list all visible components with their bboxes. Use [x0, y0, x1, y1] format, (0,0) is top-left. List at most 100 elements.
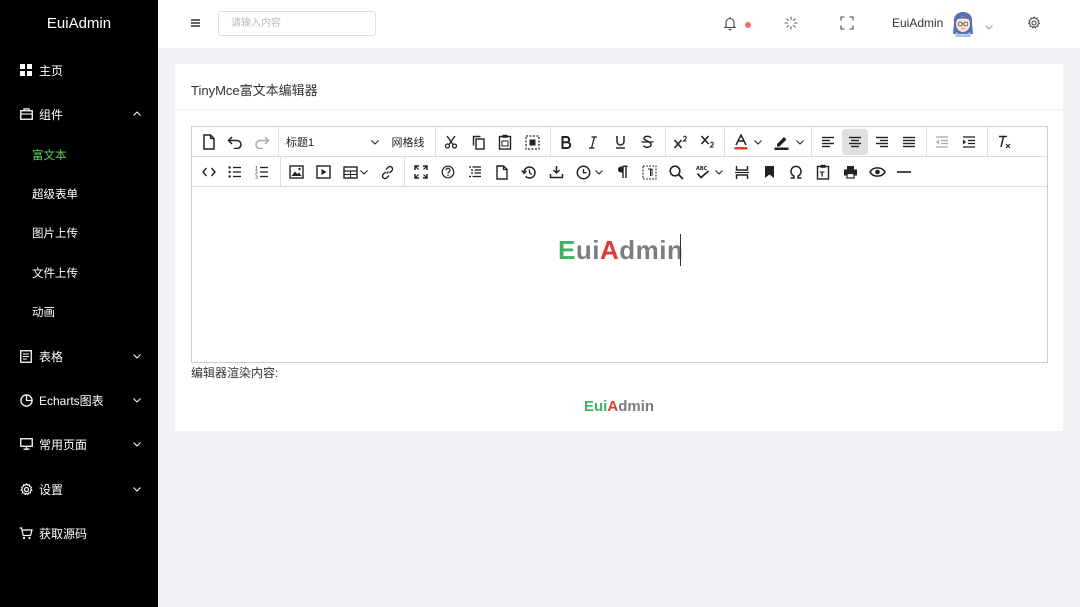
align-justify-icon[interactable] — [897, 129, 921, 155]
link-icon[interactable] — [376, 159, 398, 185]
outdent-icon[interactable] — [930, 129, 954, 155]
chevron-down-icon[interactable] — [358, 159, 370, 185]
fullscreen-icon[interactable] — [840, 16, 856, 32]
sidebar-item-table[interactable]: 表格 — [0, 338, 158, 374]
sidebar-item-get-source[interactable]: 获取源码 — [0, 515, 158, 551]
toolbar-separator — [811, 127, 812, 157]
sidebar-item-components[interactable]: 组件 — [0, 96, 158, 132]
chevron-down-icon[interactable] — [593, 159, 605, 185]
sidebar-item-echarts[interactable]: Echarts图表 — [0, 382, 158, 418]
editor-content-area[interactable]: EuiAdmin — [192, 188, 1047, 362]
editor-card: TinyMce富文本编辑器 标题1 网格线 1 2 3 ABC T EuiAdm… — [175, 64, 1063, 431]
new-document-icon[interactable] — [198, 129, 220, 155]
restore-draft-icon[interactable] — [518, 159, 540, 185]
sidebar-item-common-pages[interactable]: 常用页面 — [0, 426, 158, 462]
chevron-down-icon — [132, 350, 142, 360]
bullet-list-icon[interactable] — [224, 159, 246, 185]
toolbar-separator — [550, 127, 551, 157]
toolbar-row-1: 标题1 网格线 — [192, 127, 1047, 157]
table-of-contents-icon[interactable] — [464, 159, 486, 185]
cut-icon[interactable] — [440, 129, 462, 155]
indent-icon[interactable] — [957, 129, 981, 155]
chevron-down-icon — [368, 129, 382, 155]
undo-icon[interactable] — [224, 129, 246, 155]
insert-image-icon[interactable] — [285, 159, 307, 185]
menu-toggle-icon[interactable] — [190, 16, 204, 30]
select-all-icon[interactable] — [521, 129, 543, 155]
strikethrough-icon[interactable] — [636, 129, 658, 155]
special-character-icon[interactable] — [785, 159, 807, 185]
theme-icon[interactable] — [784, 16, 800, 32]
preview-icon[interactable] — [866, 159, 888, 185]
render-label: 编辑器渲染内容: — [191, 366, 279, 380]
username[interactable]: EuiAdmin — [892, 16, 943, 30]
search-replace-icon[interactable] — [665, 159, 687, 185]
paragraph-icon[interactable] — [611, 159, 633, 185]
underline-icon[interactable] — [609, 129, 631, 155]
align-left-icon[interactable] — [816, 129, 840, 155]
briefcase-icon — [19, 107, 33, 121]
avatar[interactable] — [950, 10, 976, 38]
chevron-down-icon — [132, 483, 142, 493]
chevron-down-icon[interactable] — [794, 129, 806, 155]
bell-icon[interactable] — [723, 16, 739, 32]
sidebar: EuiAdmin 主页 组件 富文本 超级表单 图片上传 文件上传 动画 表格 … — [0, 0, 158, 607]
highlight-color-icon[interactable] — [770, 129, 792, 155]
sidebar-subitem-image-upload[interactable]: 图片上传 — [0, 216, 158, 252]
bookmark-icon[interactable] — [758, 159, 780, 185]
numbered-list-icon[interactable]: 123 — [251, 159, 273, 185]
copy-icon[interactable] — [467, 129, 489, 155]
paste-icon[interactable] — [494, 129, 516, 155]
help-icon[interactable] — [437, 159, 459, 185]
toolbar-separator — [724, 127, 725, 157]
clock-icon[interactable] — [572, 159, 594, 185]
toolbar-separator — [435, 127, 436, 157]
sidebar-subitem-file-upload[interactable]: 文件上传 — [0, 256, 158, 292]
svg-text:ABC: ABC — [696, 166, 708, 172]
align-center-icon[interactable] — [842, 129, 868, 155]
visual-blocks-icon[interactable] — [638, 159, 660, 185]
spellcheck-icon[interactable]: ABC — [692, 159, 714, 185]
toolbar-separator — [280, 157, 281, 187]
sidebar-subitem-richtext[interactable]: 富文本 — [0, 138, 158, 174]
sidebar-item-settings[interactable]: 设置 — [0, 471, 158, 507]
sidebar-subitem-superform[interactable]: 超级表单 — [0, 177, 158, 213]
grid-lines-button[interactable]: 网格线 — [389, 129, 427, 155]
text-color-icon[interactable] — [730, 129, 752, 155]
clear-formatting-icon[interactable] — [992, 129, 1016, 155]
toolbar-separator — [665, 127, 666, 157]
toolbar-separator — [278, 127, 279, 157]
horizontal-line-icon[interactable] — [893, 159, 915, 185]
chevron-down-icon[interactable] — [713, 159, 725, 185]
chevron-down-icon[interactable] — [752, 129, 764, 155]
toolbar-separator — [987, 127, 988, 157]
grid-lines-label: 网格线 — [391, 137, 425, 149]
insert-media-icon[interactable] — [312, 159, 334, 185]
editor-fullscreen-icon[interactable] — [410, 159, 432, 185]
page-break-icon[interactable] — [731, 159, 753, 185]
sidebar-item-home[interactable]: 主页 — [0, 52, 158, 88]
align-right-icon[interactable] — [870, 129, 894, 155]
print-icon[interactable] — [839, 159, 861, 185]
source-code-icon[interactable] — [198, 159, 220, 185]
app-logo: EuiAdmin — [46, 15, 112, 32]
sidebar-item-label: 主页 — [39, 63, 64, 78]
subscript-icon[interactable] — [697, 129, 719, 155]
search-input[interactable] — [218, 11, 376, 36]
block-format-value: 标题1 — [286, 137, 315, 149]
insert-datetime-icon[interactable] — [545, 159, 567, 185]
cart-icon — [19, 526, 33, 540]
text-caret — [680, 234, 681, 266]
chevron-down-icon[interactable] — [984, 19, 994, 30]
toolbar-separator — [926, 127, 927, 157]
bold-icon[interactable] — [555, 129, 577, 155]
redo-icon[interactable] — [251, 129, 273, 155]
settings-gear-icon[interactable] — [1027, 16, 1043, 32]
editor-content-logo: EuiAdmin — [558, 235, 684, 265]
sidebar-subitem-animation[interactable]: 动画 — [0, 295, 158, 331]
superscript-icon[interactable] — [670, 129, 692, 155]
page-icon[interactable] — [491, 159, 513, 185]
pie-chart-icon — [19, 393, 33, 407]
paste-text-icon[interactable]: T — [812, 159, 834, 185]
italic-icon[interactable] — [582, 129, 604, 155]
